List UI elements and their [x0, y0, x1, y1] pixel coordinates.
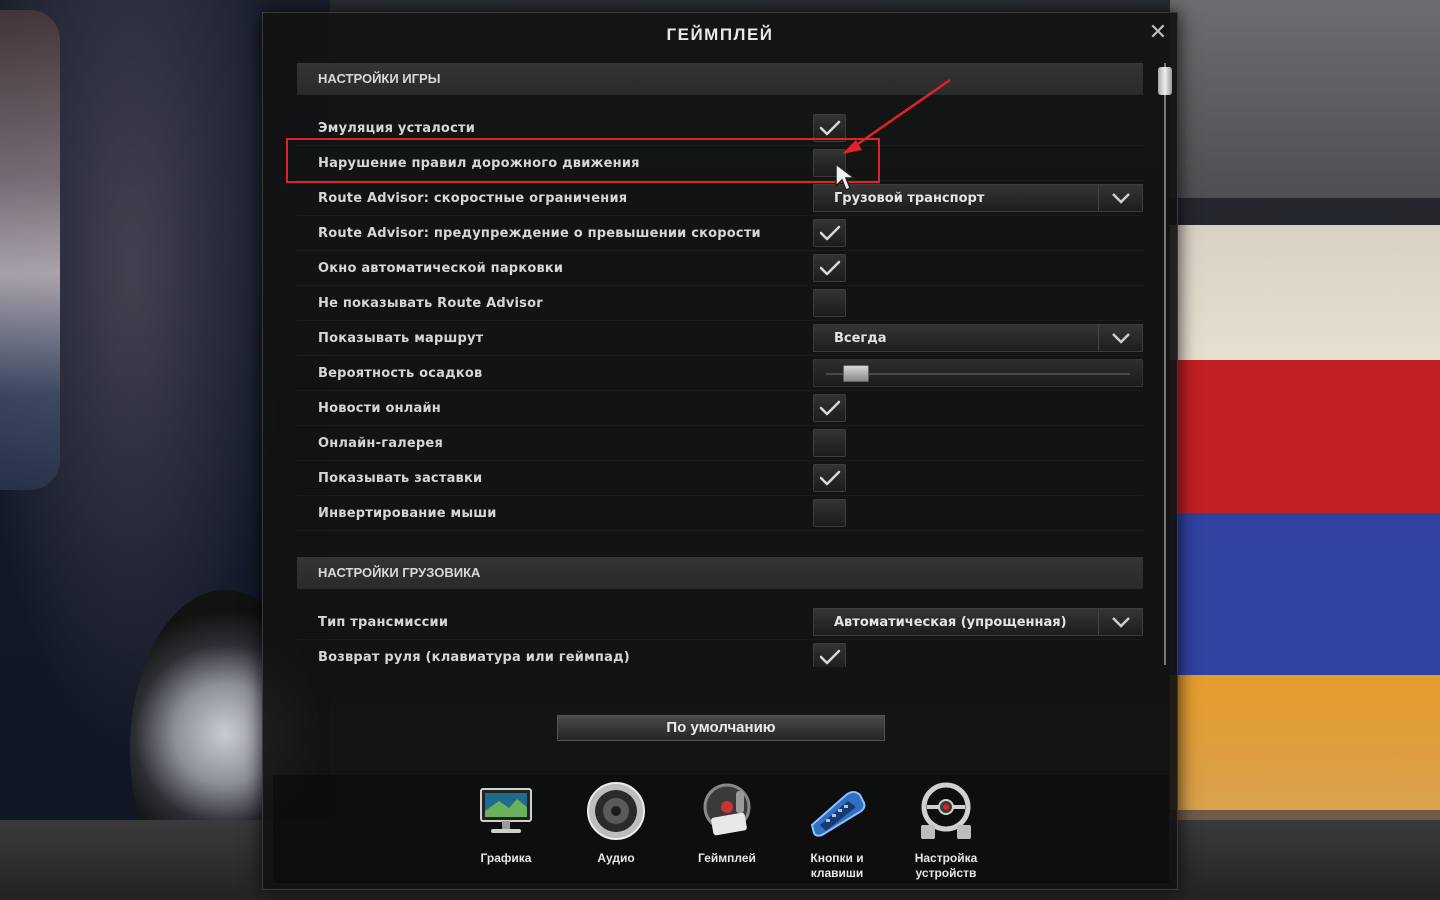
checkmark-icon [819, 469, 841, 487]
setting-checkbox[interactable] [813, 219, 846, 247]
section-header-game: НАСТРОЙКИ ИГРЫ [297, 63, 1143, 95]
setting-label: Route Advisor: скоростные ограничения [318, 191, 628, 206]
speaker-icon [585, 781, 647, 843]
setting-row: Возврат руля (клавиатура или геймпад) [297, 640, 1143, 667]
setting-row: Инвертирование мыши [297, 496, 1143, 531]
close-button[interactable]: ✕ [1147, 22, 1169, 45]
checkmark-icon [819, 119, 841, 137]
setting-label: Нарушение правил дорожного движения [318, 156, 640, 171]
setting-checkbox[interactable] [813, 289, 846, 317]
checkmark-icon [819, 259, 841, 277]
setting-label: Не показывать Route Advisor [318, 296, 543, 311]
setting-label: Возврат руля (клавиатура или геймпад) [318, 650, 630, 665]
setting-label: Онлайн-галерея [318, 436, 443, 451]
setting-label: Тип трансмиссии [318, 615, 449, 630]
nav-label: Кнопки и клавиши [810, 851, 864, 880]
setting-row: Показывать маршрут Всегда [297, 321, 1143, 356]
keyboard-icon [806, 781, 868, 843]
defaults-button[interactable]: По умолчанию [557, 715, 885, 741]
settings-category-nav: Графика Аудио Геймплей Кнопки и клавиши … [273, 775, 1169, 883]
setting-row: Route Advisor: предупреждение о превышен… [297, 216, 1143, 251]
checkmark-icon [819, 648, 841, 666]
setting-row: Route Advisor: скоростные ограничения Гру… [297, 181, 1143, 216]
chevron-down-icon[interactable] [1098, 185, 1142, 211]
setting-row: Новости онлайн [297, 391, 1143, 426]
monitor-icon [475, 781, 537, 843]
setting-slider[interactable] [813, 359, 1143, 387]
setting-checkbox[interactable] [813, 394, 846, 422]
setting-row: Вероятность осадков [297, 356, 1143, 391]
dropdown-value: Автоматическая (упрощенная) [834, 615, 1067, 630]
slider-thumb[interactable] [843, 365, 870, 382]
setting-checkbox[interactable] [813, 429, 846, 457]
setting-checkbox[interactable] [813, 643, 846, 667]
setting-row: Онлайн-галерея [297, 426, 1143, 461]
scrollbar[interactable] [1157, 63, 1173, 665]
setting-dropdown[interactable]: Автоматическая (упрощенная) [813, 608, 1143, 636]
setting-dropdown[interactable]: Всегда [813, 324, 1143, 352]
setting-checkbox[interactable] [813, 149, 846, 177]
setting-checkbox[interactable] [813, 464, 846, 492]
setting-label: Окно автоматической парковки [318, 261, 564, 276]
hangar-wall [1170, 0, 1440, 900]
setting-row: Тип трансмиссии Автоматическая (упрощенна… [297, 605, 1143, 640]
dropdown-value: Грузовой транспорт [834, 191, 985, 206]
setting-label: Route Advisor: предупреждение о превышен… [318, 226, 761, 241]
section-header-truck: НАСТРОЙКИ ГРУЗОВИКА [297, 557, 1143, 589]
scroll-track [1164, 63, 1166, 665]
setting-row: Окно автоматической парковки [297, 251, 1143, 286]
setting-label: Показывать маршрут [318, 331, 484, 346]
setting-row: Нарушение правил дорожного движения [297, 146, 1143, 181]
gameplay-settings-dialog: ГЕЙМПЛЕЙ ✕ НАСТРОЙКИ ИГРЫ Эмуляция устал… [262, 12, 1178, 890]
setting-checkbox[interactable] [813, 114, 846, 142]
scroll-thumb[interactable] [1158, 67, 1172, 95]
truck-livery-art [0, 10, 60, 490]
setting-label: Новости онлайн [318, 401, 441, 416]
nav-item-audio[interactable]: Аудио [571, 781, 661, 866]
setting-label: Инвертирование мыши [318, 506, 497, 521]
setting-checkbox[interactable] [813, 499, 846, 527]
nav-item-graphics[interactable]: Графика [461, 781, 551, 866]
setting-row: Показывать заставки [297, 461, 1143, 496]
nav-item-gameplay[interactable]: Геймплей [682, 781, 772, 866]
gameplay-icon [696, 781, 758, 843]
setting-label: Вероятность осадков [318, 366, 483, 381]
slider-track [826, 373, 1130, 375]
nav-label: Графика [480, 851, 532, 865]
dialog-title: ГЕЙМПЛЕЙ [666, 25, 774, 44]
nav-item-controls[interactable]: Кнопки и клавиши [792, 781, 882, 881]
setting-row: Эмуляция усталости [297, 111, 1143, 146]
nav-label: Настройка устройств [914, 851, 978, 880]
dropdown-value: Всегда [834, 331, 887, 346]
setting-label: Показывать заставки [318, 471, 483, 486]
chevron-down-icon[interactable] [1098, 609, 1142, 635]
checkmark-icon [819, 224, 841, 242]
checkmark-icon [819, 399, 841, 417]
nav-label: Геймплей [698, 851, 756, 865]
setting-row: Не показывать Route Advisor [297, 286, 1143, 321]
setting-label: Эмуляция усталости [318, 121, 476, 136]
nav-label: Аудио [597, 851, 635, 865]
chevron-down-icon[interactable] [1098, 325, 1142, 351]
settings-list: НАСТРОЙКИ ИГРЫ Эмуляция усталости Нарушен… [297, 63, 1143, 667]
setting-dropdown[interactable]: Грузовой транспорт [813, 184, 1143, 212]
setting-checkbox[interactable] [813, 254, 846, 282]
nav-item-devices[interactable]: Настройка устройств [901, 781, 991, 881]
steering-wheel-icon [915, 781, 977, 843]
